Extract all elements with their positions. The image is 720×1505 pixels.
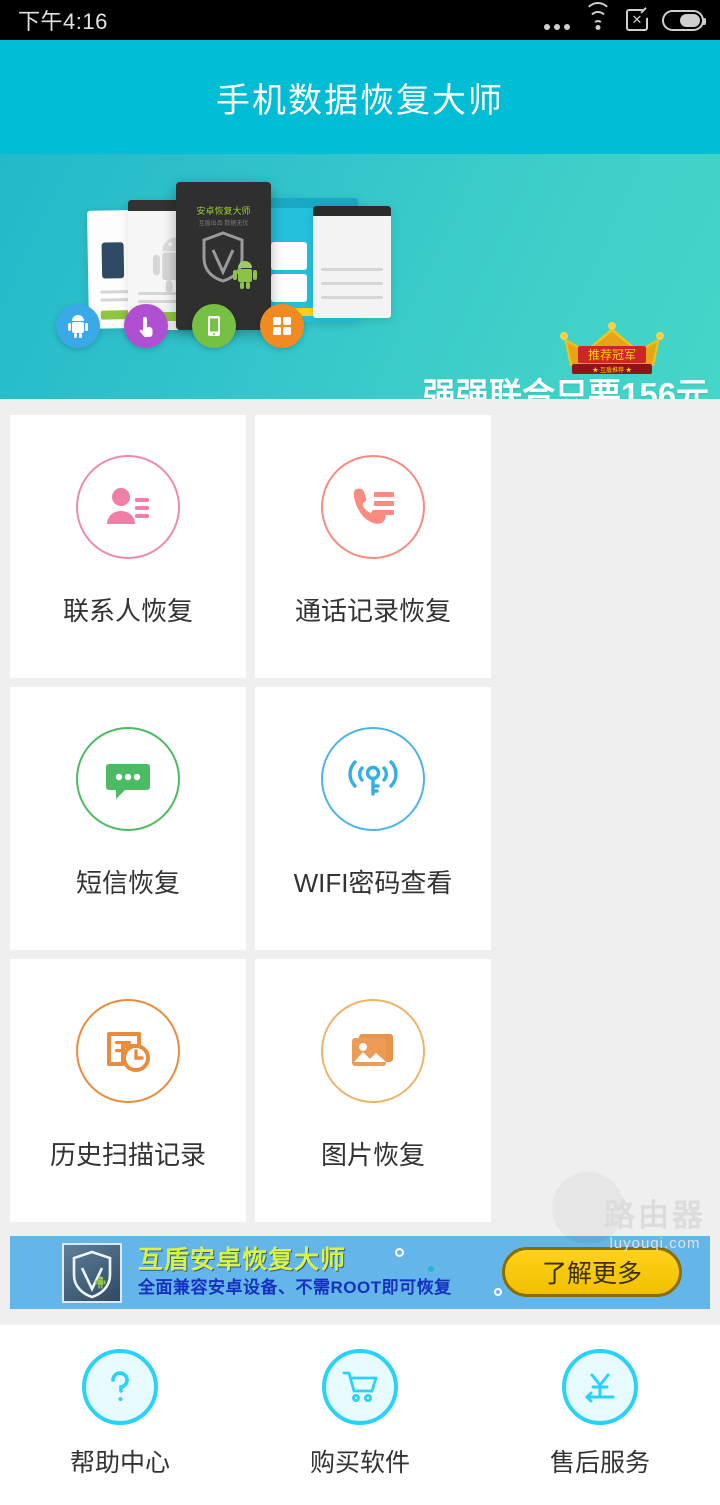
android-robot-icon: [232, 260, 258, 290]
feature-call-log-recovery[interactable]: 通话记录恢复: [255, 415, 491, 678]
ad-subtitle: 全面兼容安卓设备、不需ROOT即可恢复: [138, 1278, 452, 1298]
feature-label: 图片恢复: [321, 1135, 425, 1172]
promo-feature-icons: [56, 304, 304, 348]
call-log-icon: [321, 455, 425, 559]
wifi-key-icon: [321, 727, 425, 831]
feature-label: WIFI密码查看: [294, 863, 453, 900]
nav-item-after-sales[interactable]: 售后服务: [480, 1349, 720, 1479]
nav-label: 购买软件: [310, 1443, 410, 1479]
promo-title: 强强联合只要156元: [423, 368, 709, 399]
feature-grid: 联系人恢复 通话记录恢复 短信恢复 WIFI密码查看: [0, 399, 720, 1222]
phone-icon: [192, 304, 236, 348]
feature-scan-history[interactable]: 历史扫描记录: [10, 959, 246, 1222]
status-bar-icons: ✕: [544, 9, 704, 31]
touch-icon: [124, 304, 168, 348]
wifi-icon: [584, 10, 612, 30]
page-title: 手机数据恢复大师: [216, 73, 504, 122]
feature-label: 历史扫描记录: [50, 1135, 206, 1172]
nav-item-buy-software[interactable]: 购买软件: [240, 1349, 480, 1479]
feature-wifi-password[interactable]: WIFI密码查看: [255, 687, 491, 950]
ad-banner[interactable]: 互盾安卓恢复大师 全面兼容安卓设备、不需ROOT即可恢复 了解更多: [10, 1236, 710, 1309]
grid-icon: [260, 304, 304, 348]
collage-app-subtitle: 互盾出品 数据无忧: [176, 218, 271, 227]
feature-sms-recovery[interactable]: 短信恢复: [10, 687, 246, 950]
nav-label: 售后服务: [550, 1443, 650, 1479]
ad-title: 互盾安卓恢复大师: [138, 1246, 452, 1275]
battery-icon: [662, 10, 704, 31]
sms-icon: [76, 727, 180, 831]
feature-label: 通话记录恢复: [295, 591, 451, 628]
photo-icon: [321, 999, 425, 1103]
more-dots-icon: [544, 10, 570, 30]
status-bar: 下午4:16 ✕: [0, 0, 720, 40]
shopping-cart-icon: [322, 1349, 398, 1425]
yuan-service-icon: [562, 1349, 638, 1425]
ad-strip-wrapper: 互盾安卓恢复大师 全面兼容安卓设备、不需ROOT即可恢复 了解更多: [0, 1222, 720, 1309]
decorative-bubble: [395, 1248, 404, 1257]
status-bar-clock: 下午4:16: [18, 4, 108, 36]
bottom-nav: 帮助中心 购买软件 售后服务: [0, 1325, 720, 1505]
shield-android-icon: [62, 1243, 122, 1303]
feature-label: 短信恢复: [76, 863, 180, 900]
feature-contact-recovery[interactable]: 联系人恢复: [10, 415, 246, 678]
contact-icon: [76, 455, 180, 559]
nav-label: 帮助中心: [70, 1443, 170, 1479]
decorative-bubble: [494, 1288, 502, 1296]
feature-photo-recovery[interactable]: 图片恢复: [255, 959, 491, 1222]
sim-no-service-icon: ✕: [626, 9, 648, 31]
question-mark-icon: [82, 1349, 158, 1425]
app-header: 手机数据恢复大师: [0, 40, 720, 154]
collage-app-title: 安卓恢复大师: [176, 204, 271, 217]
scan-history-icon: [76, 999, 180, 1103]
feature-label: 联系人恢复: [63, 591, 193, 628]
nav-item-help-center[interactable]: 帮助中心: [0, 1349, 240, 1479]
svg-text:推荐冠军: 推荐冠军: [588, 348, 636, 362]
collage-sheet: [313, 206, 391, 318]
promo-banner[interactable]: 安卓恢复大师 互盾出品 数据无忧: [0, 154, 720, 399]
decorative-bubble: [428, 1266, 434, 1272]
android-icon: [56, 304, 100, 348]
learn-more-button[interactable]: 了解更多: [502, 1247, 682, 1297]
ad-text-block: 互盾安卓恢复大师 全面兼容安卓设备、不需ROOT即可恢复: [138, 1246, 452, 1298]
